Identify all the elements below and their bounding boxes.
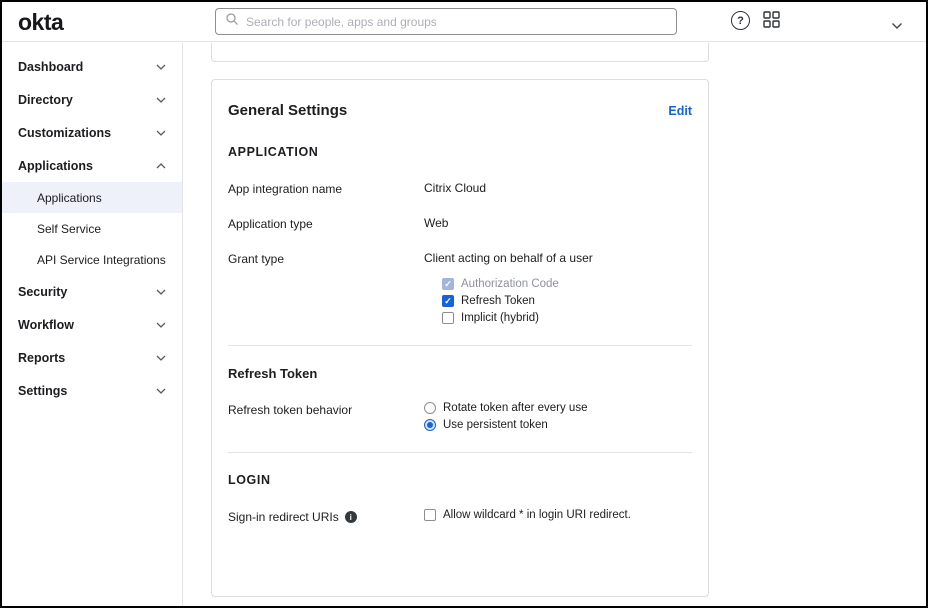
sidebar-subitem-label: Self Service bbox=[37, 222, 101, 236]
sidebar-item-settings[interactable]: Settings bbox=[2, 374, 182, 407]
field-label: Sign-in redirect URIs bbox=[228, 509, 424, 524]
search-icon bbox=[225, 12, 239, 31]
option-label: Refresh Token bbox=[461, 295, 535, 307]
checkbox-icon[interactable] bbox=[442, 295, 454, 307]
field-label: Refresh token behavior bbox=[228, 402, 424, 417]
chevron-down-icon bbox=[156, 289, 166, 295]
login-section-heading: LOGIN bbox=[228, 473, 692, 487]
apps-grid-icon[interactable] bbox=[763, 11, 780, 33]
grant-option-refresh-token[interactable]: Refresh Token bbox=[442, 295, 692, 307]
field-row-app-integration-name: App integration name Citrix Cloud bbox=[228, 181, 692, 196]
sidebar-item-workflow[interactable]: Workflow bbox=[2, 308, 182, 341]
okta-logo[interactable]: okta bbox=[18, 9, 63, 36]
sidebar: Dashboard Directory Customizations Appli… bbox=[2, 43, 183, 606]
wildcard-checkbox-option[interactable]: Allow wildcard * in login URI redirect. bbox=[424, 509, 692, 521]
sidebar-subitem-self-service[interactable]: Self Service bbox=[2, 213, 182, 244]
divider bbox=[228, 452, 692, 453]
account-chevron-down-icon[interactable] bbox=[891, 17, 903, 35]
sidebar-item-label: Settings bbox=[18, 384, 67, 398]
field-value: Allow wildcard * in login URI redirect. bbox=[424, 509, 692, 521]
chevron-up-icon bbox=[156, 163, 166, 169]
topbar: okta bbox=[2, 2, 926, 42]
help-icon[interactable] bbox=[731, 11, 750, 30]
application-section-heading: APPLICATION bbox=[228, 145, 692, 159]
grant-options-list: Authorization Code Refresh Token Implici… bbox=[442, 278, 692, 324]
checkbox-icon[interactable] bbox=[442, 312, 454, 324]
main-content[interactable]: General Settings Edit APPLICATION App in… bbox=[184, 43, 926, 606]
card-title: General Settings bbox=[228, 102, 347, 119]
divider bbox=[228, 345, 692, 346]
field-label: App integration name bbox=[228, 181, 424, 196]
option-label: Allow wildcard * in login URI redirect. bbox=[443, 509, 631, 521]
global-search[interactable] bbox=[215, 8, 677, 35]
chevron-down-icon bbox=[156, 322, 166, 328]
chevron-down-icon bbox=[156, 97, 166, 103]
option-label: Rotate token after every use bbox=[443, 402, 587, 414]
field-label-text: Sign-in redirect URIs bbox=[228, 510, 339, 524]
grant-type-description: Client acting on behalf of a user bbox=[424, 251, 593, 265]
sidebar-item-reports[interactable]: Reports bbox=[2, 341, 182, 374]
chevron-down-icon bbox=[156, 64, 166, 70]
chevron-down-icon bbox=[156, 355, 166, 361]
field-label: Application type bbox=[228, 216, 424, 231]
general-settings-card: General Settings Edit APPLICATION App in… bbox=[211, 79, 709, 597]
refresh-token-section-heading: Refresh Token bbox=[228, 366, 692, 381]
card-header: General Settings Edit bbox=[228, 102, 692, 119]
sidebar-item-label: Security bbox=[18, 285, 67, 299]
field-value: Rotate token after every use Use persist… bbox=[424, 402, 692, 436]
sidebar-item-security[interactable]: Security bbox=[2, 275, 182, 308]
grant-option-authorization-code[interactable]: Authorization Code bbox=[442, 278, 692, 290]
okta-admin-window: okta Dashboard Directory Customizations bbox=[0, 0, 928, 608]
option-label: Authorization Code bbox=[461, 278, 559, 290]
sidebar-item-applications[interactable]: Applications bbox=[2, 149, 182, 182]
option-label: Implicit (hybrid) bbox=[461, 312, 539, 324]
field-row-sign-in-redirect-uris: Sign-in redirect URIs Allow wildcard * i… bbox=[228, 509, 692, 524]
sidebar-item-dashboard[interactable]: Dashboard bbox=[2, 50, 182, 83]
edit-button[interactable]: Edit bbox=[668, 104, 692, 118]
checkbox-icon[interactable] bbox=[442, 278, 454, 290]
field-value: Citrix Cloud bbox=[424, 181, 692, 195]
sidebar-subitem-applications[interactable]: Applications bbox=[2, 182, 182, 213]
radio-icon[interactable] bbox=[424, 402, 436, 414]
field-value: Client acting on behalf of a user Author… bbox=[424, 251, 692, 329]
sidebar-item-label: Workflow bbox=[18, 318, 74, 332]
sidebar-item-label: Dashboard bbox=[18, 60, 83, 74]
chevron-down-icon bbox=[156, 130, 166, 136]
sidebar-item-label: Applications bbox=[18, 159, 93, 173]
radio-icon[interactable] bbox=[424, 419, 436, 431]
field-row-application-type: Application type Web bbox=[228, 216, 692, 231]
chevron-down-icon bbox=[156, 388, 166, 394]
field-row-refresh-token-behavior: Refresh token behavior Rotate token afte… bbox=[228, 402, 692, 436]
sidebar-subitem-label: Applications bbox=[37, 191, 102, 205]
radio-option-rotate-token[interactable]: Rotate token after every use bbox=[424, 402, 692, 414]
sidebar-subitem-label: API Service Integrations bbox=[37, 253, 166, 267]
sidebar-item-label: Customizations bbox=[18, 126, 111, 140]
sidebar-item-label: Directory bbox=[18, 93, 73, 107]
grant-option-implicit-hybrid[interactable]: Implicit (hybrid) bbox=[442, 312, 692, 324]
field-row-grant-type: Grant type Client acting on behalf of a … bbox=[228, 251, 692, 329]
previous-card-partial bbox=[211, 43, 709, 62]
search-input[interactable] bbox=[246, 15, 667, 29]
checkbox-icon[interactable] bbox=[424, 509, 436, 521]
field-value: Web bbox=[424, 216, 692, 230]
option-label: Use persistent token bbox=[443, 419, 548, 431]
info-icon[interactable] bbox=[345, 511, 357, 523]
sidebar-item-label: Reports bbox=[18, 351, 65, 365]
sidebar-subitem-api-service-integrations[interactable]: API Service Integrations bbox=[2, 244, 182, 275]
field-label: Grant type bbox=[228, 251, 424, 266]
sidebar-item-directory[interactable]: Directory bbox=[2, 83, 182, 116]
radio-option-use-persistent-token[interactable]: Use persistent token bbox=[424, 419, 692, 431]
sidebar-item-customizations[interactable]: Customizations bbox=[2, 116, 182, 149]
